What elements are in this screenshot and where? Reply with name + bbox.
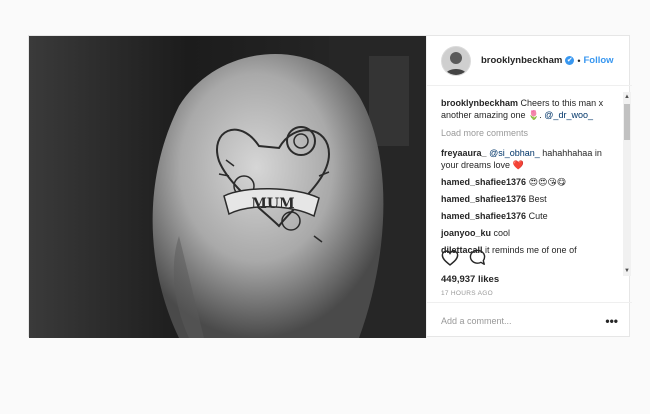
comment-username[interactable]: hamed_shafiee1376 (441, 211, 526, 221)
avatar-image (442, 46, 470, 75)
likes-count[interactable]: 449,937 likes (441, 274, 499, 285)
load-more-comments-link[interactable]: Load more comments (441, 127, 616, 139)
comment-item: freyaaura_ @si_obhan_ hahahhahaa in your… (441, 147, 616, 171)
avatar[interactable] (441, 45, 471, 76)
more-options-icon[interactable]: ••• (605, 314, 618, 328)
scroll-up-arrow-icon[interactable]: ▲ (623, 92, 631, 102)
caption-username[interactable]: brooklynbeckham (441, 98, 518, 108)
comment-text: Best (528, 194, 547, 204)
comments-scrollbar[interactable]: ▲ ▼ (623, 92, 631, 276)
comment-username[interactable]: hamed_shafiee1376 (441, 177, 526, 187)
comment-username[interactable]: freyaaura_ (441, 148, 487, 158)
post-actions (441, 249, 486, 271)
post-photo[interactable]: MUM (29, 36, 426, 338)
scroll-down-arrow-icon[interactable]: ▼ (623, 266, 631, 276)
follow-button[interactable]: Follow (583, 55, 613, 66)
comment-input[interactable] (441, 315, 606, 326)
comment-text: cool (493, 228, 511, 238)
comment-item: hamed_shafiee1376 Best (441, 193, 616, 205)
header-separator: • (577, 55, 581, 66)
comment-text: Cute (528, 211, 548, 221)
comment-item: hamed_shafiee1376 Cute (441, 210, 616, 222)
comments-list[interactable]: brooklynbeckham Cheers to this man x ano… (427, 92, 632, 276)
comment-bubble-icon[interactable] (469, 249, 486, 271)
caption-mention[interactable]: @_dr_woo_ (544, 110, 593, 120)
comment-text: it reminds me of one of (485, 245, 577, 255)
scroll-thumb[interactable] (624, 104, 630, 140)
comment-text: 😍😍😘😋 (528, 177, 567, 187)
comment-username[interactable]: joanyoo_ku (441, 228, 491, 238)
comment-item: hamed_shafiee1376 😍😍😘😋 (441, 176, 616, 188)
instagram-post: MUM brooklynbeckham ✔ • Follow brooklynb… (28, 35, 632, 338)
heart-icon[interactable] (441, 249, 459, 271)
comment-mention[interactable]: @si_obhan_ (489, 148, 540, 158)
post-header: brooklynbeckham ✔ • Follow (427, 36, 632, 86)
post-sidebar: brooklynbeckham ✔ • Follow brooklynbeckh… (426, 36, 632, 338)
tattoo-photo-graphic: MUM (29, 36, 426, 338)
verified-badge-icon: ✔ (565, 56, 575, 65)
comment-item: joanyoo_ku cool (441, 227, 616, 239)
tattoo-lettering: MUM (251, 196, 294, 212)
header-username[interactable]: brooklynbeckham (481, 55, 562, 66)
comment-username[interactable]: hamed_shafiee1376 (441, 194, 526, 204)
caption: brooklynbeckham Cheers to this man x ano… (441, 97, 616, 121)
post-timestamp[interactable]: 17 HOURS AGO (441, 290, 493, 297)
add-comment-bar: ••• (427, 302, 632, 338)
